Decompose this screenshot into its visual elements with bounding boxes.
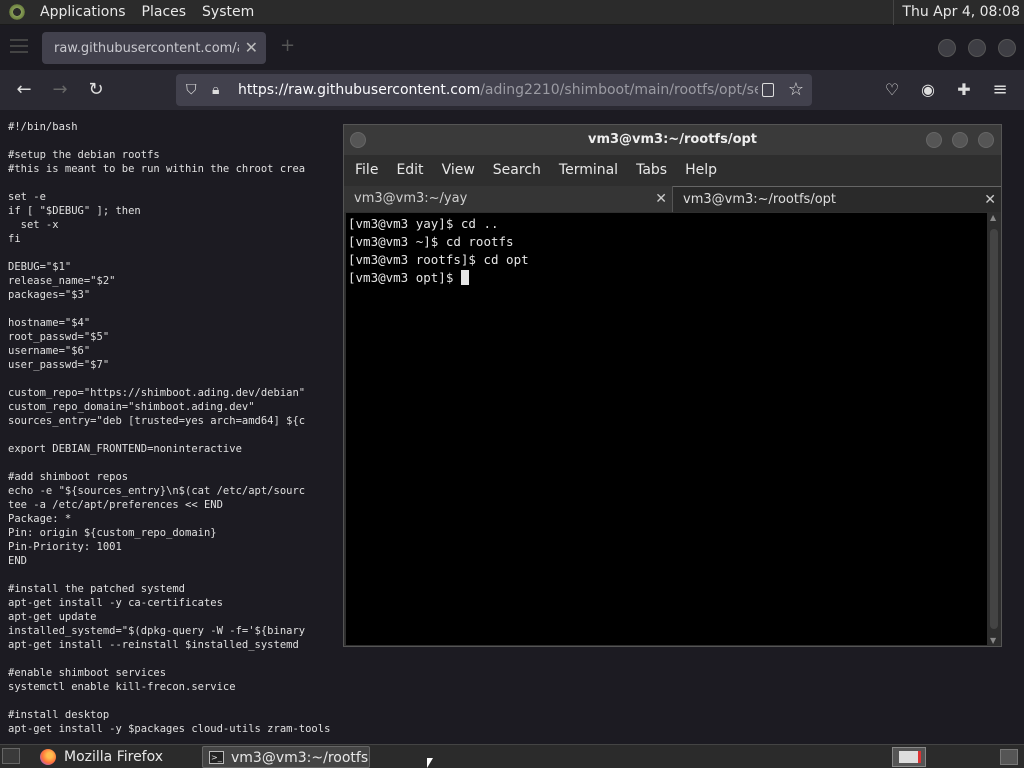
terminal-tab-label: vm3@vm3:~/rootfs/opt: [683, 192, 837, 207]
firefox-icon: [40, 749, 56, 765]
terminal-tab-rootfs-opt[interactable]: vm3@vm3:~/rootfs/opt ✕: [673, 186, 1001, 212]
url-path: /ading2210/shimboot/main/rootfs/opt/setu…: [480, 82, 758, 98]
firefox-tab[interactable]: raw.githubusercontent.com/ading2210/shim…: [42, 32, 266, 64]
terminal-window[interactable]: vm3@vm3:~/rootfs/opt File Edit View Sear…: [343, 124, 1002, 647]
reload-icon[interactable]: ↻: [85, 79, 107, 101]
show-desktop-icon[interactable]: [2, 748, 20, 764]
new-tab-icon[interactable]: +: [280, 35, 295, 56]
terminal-line: [vm3@vm3 rootfs]$ cd opt: [348, 252, 529, 267]
url-host: https://raw.githubusercontent.com: [238, 82, 481, 98]
window-menu-icon[interactable]: [350, 132, 366, 148]
workspace-switcher[interactable]: [892, 747, 926, 767]
shield-icon[interactable]: ⛉: [186, 74, 197, 106]
extensions-icon[interactable]: ✚: [953, 79, 975, 101]
hamburger-menu-icon[interactable]: ≡: [989, 79, 1011, 101]
close-tab-icon[interactable]: ✕: [655, 186, 667, 212]
terminal-tab-bar: vm3@vm3:~/yay ✕ vm3@vm3:~/rootfs/opt ✕: [344, 186, 1001, 212]
taskbar-item-label: vm3@vm3:~/rootfs...: [231, 750, 370, 766]
maximize-window-icon[interactable]: [952, 132, 968, 148]
mouse-pointer-icon: [427, 758, 433, 768]
terminal-menu-bar: File Edit View Search Terminal Tabs Help: [344, 155, 1001, 185]
lock-icon[interactable]: 🔒︎: [212, 74, 219, 106]
scrollbar-thumb[interactable]: [990, 229, 998, 629]
menu-places[interactable]: Places: [134, 0, 195, 25]
firefox-nav-bar: ← → ↻ ⛉ 🔒︎ https://raw.githubusercontent…: [0, 70, 1024, 110]
url-bar[interactable]: ⛉ 🔒︎ https://raw.githubusercontent.com/a…: [176, 74, 812, 106]
taskbar-item-label: Mozilla Firefox: [64, 749, 164, 765]
trash-icon[interactable]: [1000, 749, 1018, 765]
scroll-down-icon[interactable]: ▼: [990, 636, 996, 645]
bottom-panel: Mozilla Firefox >_ vm3@vm3:~/rootfs...: [0, 744, 1024, 768]
taskbar-item-firefox[interactable]: Mozilla Firefox: [36, 746, 196, 768]
terminal-line: [vm3@vm3 ~]$ cd rootfs: [348, 234, 514, 249]
terminal-tab-label: vm3@vm3:~/yay: [354, 191, 468, 206]
close-tab-icon[interactable]: ✕: [245, 38, 258, 57]
clock[interactable]: Thu Apr 4, 08:08: [893, 0, 1020, 25]
workspace-window-preview: [899, 751, 921, 763]
menu-terminal[interactable]: Terminal: [550, 162, 627, 178]
bookmark-star-icon[interactable]: ☆: [788, 74, 804, 106]
minimize-window-icon[interactable]: [938, 39, 956, 57]
top-panel: Applications Places System Thu Apr 4, 08…: [0, 0, 1024, 25]
menu-applications[interactable]: Applications: [32, 0, 134, 25]
script-source-text: #!/bin/bash #setup the debian rootfs #th…: [8, 121, 331, 735]
terminal-title: vm3@vm3:~/rootfs/opt: [587, 132, 758, 147]
terminal-prompt: [vm3@vm3 opt]$: [348, 270, 461, 285]
menu-file[interactable]: File: [346, 162, 387, 178]
menu-help[interactable]: Help: [676, 162, 726, 178]
terminal-cursor: [460, 270, 469, 285]
scroll-up-icon[interactable]: ▲: [990, 213, 996, 222]
close-window-icon[interactable]: [978, 132, 994, 148]
list-all-tabs-icon[interactable]: [10, 39, 28, 55]
account-icon[interactable]: ◉: [917, 79, 939, 101]
terminal-prompt-line: [vm3@vm3 opt]$: [348, 269, 987, 287]
terminal-line: [vm3@vm3 yay]$ cd ..: [348, 216, 499, 231]
terminal-title-bar[interactable]: vm3@vm3:~/rootfs/opt: [344, 125, 1001, 155]
terminal-screen[interactable]: [vm3@vm3 yay]$ cd .. [vm3@vm3 ~]$ cd roo…: [346, 213, 987, 645]
reader-view-icon[interactable]: [762, 83, 774, 97]
url-text[interactable]: https://raw.githubusercontent.com/ading2…: [238, 74, 758, 106]
distro-logo-icon[interactable]: [8, 3, 26, 21]
menu-tabs[interactable]: Tabs: [627, 162, 676, 178]
pocket-icon[interactable]: ♡: [881, 79, 903, 101]
close-window-icon[interactable]: [998, 39, 1016, 57]
back-arrow-icon[interactable]: ←: [13, 79, 35, 101]
terminal-tab-yay[interactable]: vm3@vm3:~/yay ✕: [344, 186, 673, 212]
menu-system[interactable]: System: [194, 0, 262, 25]
menu-search[interactable]: Search: [484, 162, 550, 178]
taskbar-item-terminal[interactable]: >_ vm3@vm3:~/rootfs...: [202, 746, 370, 768]
menu-view[interactable]: View: [433, 162, 484, 178]
forward-arrow-icon[interactable]: →: [49, 79, 71, 101]
firefox-tab-title: raw.githubusercontent.com/ading2210/shim…: [54, 40, 239, 56]
maximize-window-icon[interactable]: [968, 39, 986, 57]
terminal-icon: >_: [209, 751, 224, 764]
firefox-tab-bar: raw.githubusercontent.com/ading2210/shim…: [0, 25, 1024, 70]
minimize-window-icon[interactable]: [926, 132, 942, 148]
close-tab-icon[interactable]: ✕: [984, 187, 996, 213]
menu-edit[interactable]: Edit: [387, 162, 432, 178]
terminal-scrollbar[interactable]: ▲ ▼: [987, 213, 1001, 645]
